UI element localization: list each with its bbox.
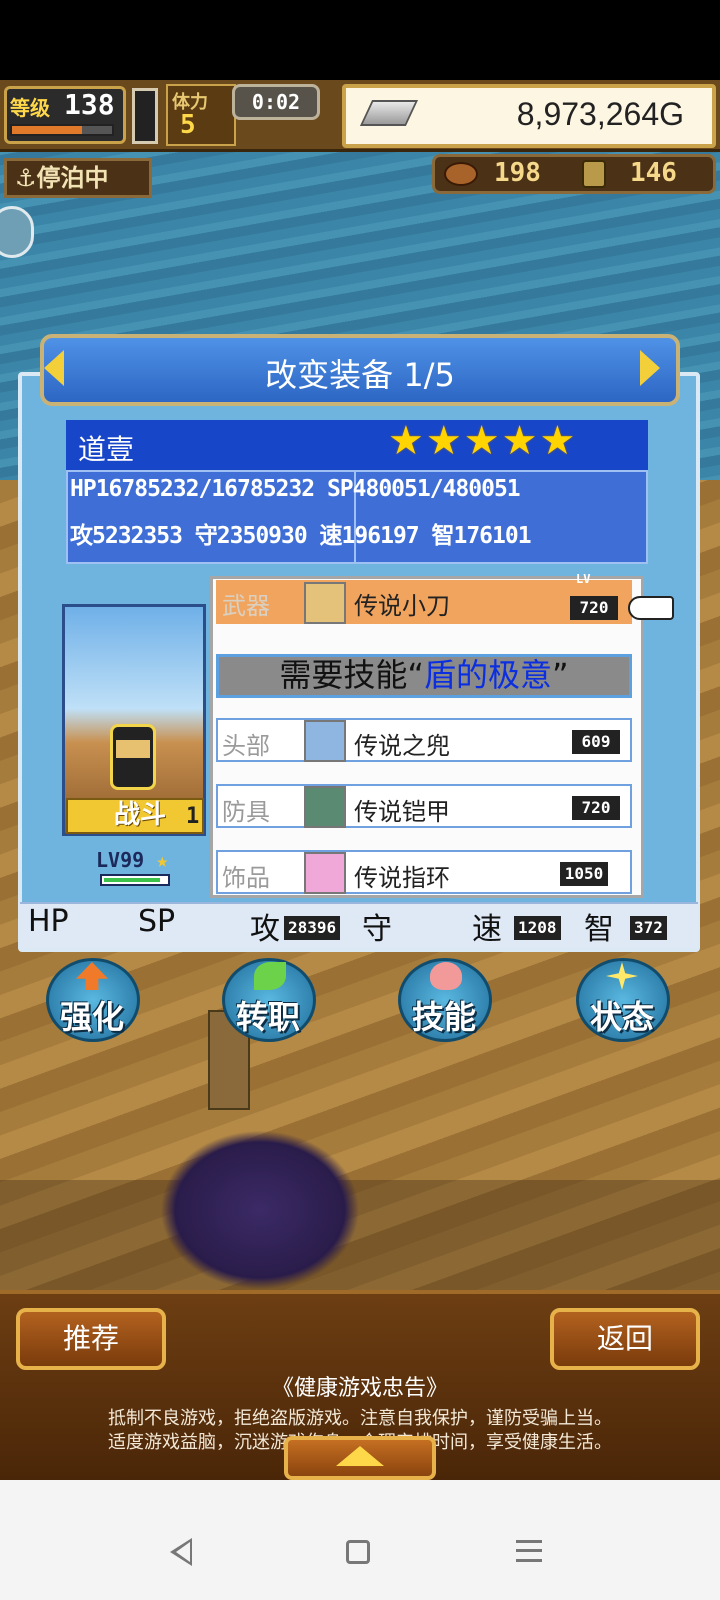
character-level: LV99 ★	[96, 848, 169, 872]
equip-level: 1050	[560, 862, 608, 886]
panel-title: 改变装备 1/5	[265, 356, 455, 394]
resource-2-value: 146	[630, 158, 677, 188]
equip-slot-label: 头部	[222, 732, 270, 760]
xp-bar-fill	[12, 126, 82, 134]
nav-back-icon-inner	[176, 1542, 190, 1562]
class-badge: 战斗	[66, 798, 204, 834]
level-label: 等级	[10, 96, 50, 120]
spd-value: 1208	[514, 916, 561, 940]
timer: 0:02	[232, 84, 320, 120]
nav-menu-icon-bar	[516, 1549, 542, 1552]
character-level-text: LV99	[96, 848, 145, 872]
equip-slot-label: 防具	[222, 798, 270, 826]
requirement-suffix: ”	[552, 656, 569, 694]
required-skill-name: 盾的极意	[424, 656, 553, 694]
nav-home-icon[interactable]	[346, 1540, 370, 1564]
health-notice-line-1: 抵制不良游戏，拒绝盗版游戏。注意自我保护，谨防受骗上当。	[108, 1408, 612, 1429]
up-arrow-icon	[336, 1446, 384, 1466]
change-job-label: 转职	[235, 998, 300, 1036]
skills-label: 技能	[411, 998, 476, 1036]
leaf-icon	[254, 962, 286, 990]
armor-icon	[304, 786, 346, 828]
dock-status-badge[interactable]: ⚓停泊中	[4, 158, 152, 198]
stats-row-hp-sp: HP16785232/16785232 SP480051/480051	[70, 476, 521, 502]
int-label: 智	[584, 912, 614, 947]
helmet-icon	[304, 720, 346, 762]
equip-name: 传说指环	[354, 864, 450, 892]
equip-slot-label: 饰品	[222, 864, 270, 892]
spd-label: 速	[472, 912, 502, 947]
requirement-prefix: 需要技能“	[279, 656, 424, 694]
coin-icon	[582, 160, 606, 188]
next-arrow-icon[interactable]	[640, 350, 660, 386]
food-icon	[444, 162, 478, 186]
dock-status-label: 停泊中	[36, 164, 109, 192]
status-label: 状态	[589, 998, 654, 1036]
dagger-icon	[304, 582, 346, 624]
flame-icon	[430, 962, 462, 990]
equip-level: 609	[572, 730, 620, 754]
skill-requirement-banner: 需要技能“盾的极意”	[216, 654, 632, 698]
int-value: 372	[630, 916, 667, 940]
character-face	[116, 740, 150, 758]
class-label: 战斗	[114, 800, 167, 830]
class-rank: 1	[186, 804, 200, 829]
equip-name: 传说小刀	[354, 592, 450, 620]
equip-level: 720	[572, 796, 620, 820]
equip-name: 传说铠甲	[354, 798, 450, 826]
gold-amount: 8,973,264G	[516, 96, 684, 132]
character-name: 道壹	[78, 433, 135, 466]
rarity-stars: ★★★★★	[388, 418, 578, 464]
equip-lv-label: LV	[576, 572, 591, 586]
atk-value: 28396	[284, 916, 341, 940]
pointing-hand-icon	[628, 596, 674, 620]
equip-slot-label: 武器	[222, 592, 270, 620]
equip-name: 传说之兜	[354, 732, 450, 760]
prev-arrow-icon[interactable]	[44, 350, 64, 386]
level-value: 138	[64, 88, 115, 121]
def-label: 守	[362, 912, 392, 947]
character-hp-fill	[104, 878, 160, 882]
back-button[interactable]: 返回	[550, 1308, 700, 1370]
resource-1-value: 198	[494, 158, 541, 188]
gauge-slot	[132, 88, 158, 144]
enhance-label: 强化	[59, 998, 124, 1036]
dragon-sprite	[160, 1130, 360, 1290]
hp-label: HP	[28, 904, 69, 939]
recommend-button[interactable]: 推荐	[16, 1308, 166, 1370]
health-notice-title: 《健康游戏忠告》	[271, 1376, 448, 1401]
equip-level: 720	[570, 596, 618, 620]
stats-row-attributes: 攻5232353 守2350930 速196197 智176101	[70, 523, 532, 549]
atk-label: 攻	[250, 912, 280, 947]
stamina-value: 5	[180, 110, 196, 140]
ring-icon	[304, 852, 346, 894]
sp-label: SP	[138, 904, 176, 939]
